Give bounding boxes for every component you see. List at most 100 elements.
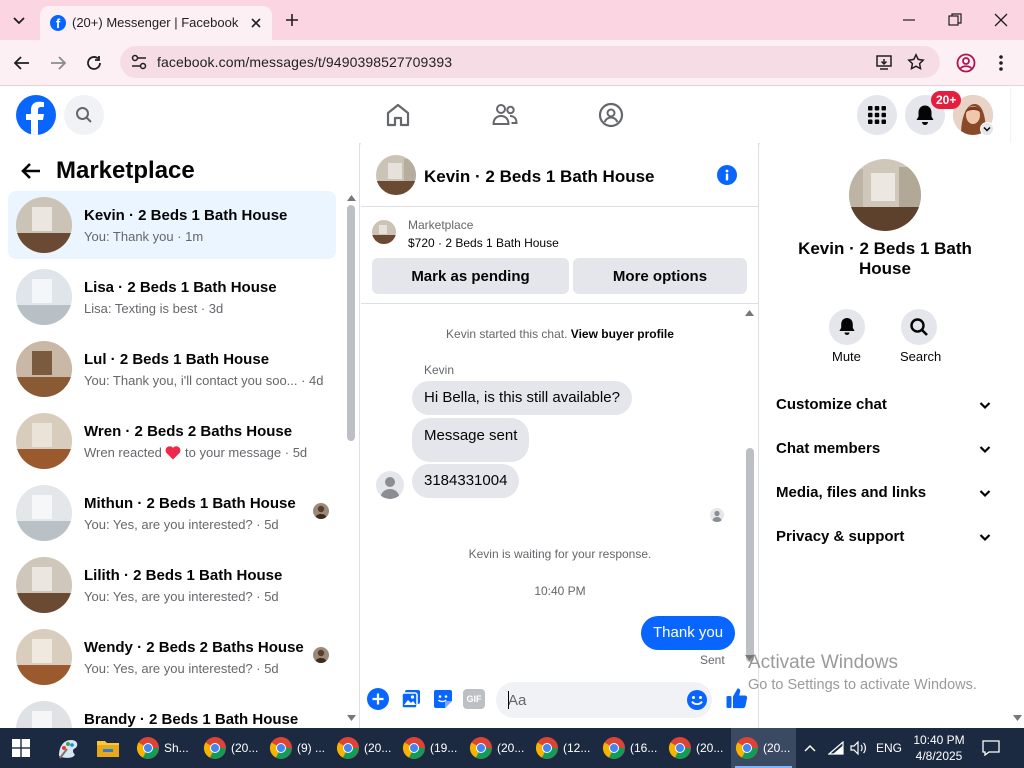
search-button[interactable] (64, 95, 104, 135)
conversation-item[interactable]: Wren · 2 Beds 2 Baths House Wren reacted … (8, 407, 336, 475)
start-button[interactable] (12, 728, 38, 768)
chat-scroll-up-icon[interactable] (745, 310, 754, 316)
minimize-icon[interactable] (900, 14, 918, 26)
emoji-icon[interactable] (686, 689, 708, 711)
listing-thumbnail (16, 485, 72, 541)
page-scroll-down-icon[interactable] (1013, 715, 1022, 721)
chat-header: Kevin · 2 Beds 1 Bath House (361, 143, 759, 207)
taskbar-window-label: (20... (763, 741, 791, 755)
details-section-customize-chat[interactable]: Customize chat (776, 396, 998, 413)
clock[interactable]: 10:40 PM 4/8/2025 (904, 732, 974, 764)
conversation-item[interactable]: Wendy · 2 Beds 2 Baths House You: Yes, ar… (8, 623, 336, 691)
friends-icon[interactable] (492, 103, 518, 127)
browser-tab[interactable]: f (20+) Messenger | Facebook (40, 6, 272, 40)
language-indicator[interactable]: ENG (876, 741, 902, 755)
mute-label: Mute (832, 349, 861, 364)
message-input[interactable]: Aa (496, 682, 712, 718)
view-buyer-profile-link[interactable]: View buyer profile (571, 327, 674, 341)
like-icon[interactable] (725, 686, 749, 710)
list-scroll-down-icon[interactable] (347, 715, 356, 721)
details-section-privacy-support[interactable]: Privacy & support (776, 528, 998, 545)
profile-icon[interactable] (956, 53, 976, 73)
new-tab-icon[interactable] (283, 11, 301, 29)
sticker-icon[interactable] (432, 688, 454, 710)
volume-icon[interactable] (850, 728, 868, 768)
listing-thumbnail[interactable] (372, 220, 396, 244)
details-avatar[interactable] (849, 159, 921, 231)
conversation-item[interactable]: Lilith · 2 Beds 1 Bath House You: Yes, ar… (8, 551, 336, 619)
taskbar-chrome-window[interactable]: (9) ... (265, 728, 330, 768)
close-window-icon[interactable] (992, 11, 1010, 29)
restore-icon[interactable] (946, 12, 964, 28)
bell-icon (839, 318, 855, 335)
forward-icon[interactable] (48, 54, 68, 72)
paint-app-icon[interactable] (56, 728, 84, 768)
mark-pending-button[interactable]: Mark as pending (372, 258, 569, 294)
message-timestamp: 10:40 PM (534, 584, 586, 598)
show-hidden-icons[interactable] (804, 728, 820, 768)
facebook-logo-icon[interactable] (16, 95, 56, 135)
install-app-icon[interactable] (875, 53, 893, 71)
groups-icon[interactable] (598, 102, 624, 128)
plus-icon[interactable] (367, 688, 389, 710)
message-bubble[interactable]: Message sent (412, 418, 530, 462)
sent-message-bubble[interactable]: Thank you (641, 616, 736, 650)
chrome-icon (336, 736, 360, 760)
taskbar-window-label: (20... (696, 741, 724, 755)
conversation-item[interactable]: Mithun · 2 Beds 1 Bath House You: Yes, ar… (8, 479, 336, 547)
conversation-item[interactable]: Brandy · 2 Beds 1 Bath House (8, 695, 336, 728)
url-text[interactable]: facebook.com/messages/t/9490398527709393 (157, 54, 452, 70)
back-arrow-icon[interactable] (20, 161, 42, 181)
conversation-item[interactable]: Lisa · 2 Beds 1 Bath House Lisa: Texting … (8, 263, 336, 331)
message-bubble[interactable]: 3184331004 (412, 464, 520, 498)
gif-icon[interactable]: GIF (463, 689, 485, 709)
list-scroll-up-icon[interactable] (347, 195, 356, 201)
site-settings-icon[interactable] (130, 54, 148, 70)
details-section-media-files-and-links[interactable]: Media, files and links (776, 484, 998, 501)
search-chat-button[interactable] (901, 309, 937, 345)
chat-panel: Kevin · 2 Beds 1 Bath House Marketplace … (361, 143, 759, 728)
more-options-button[interactable]: More options (573, 258, 747, 294)
browser-tab-bar: f (20+) Messenger | Facebook (0, 0, 1024, 40)
message-text: Hi Bella, is this still available? (424, 389, 620, 406)
browser-menu-icon[interactable] (996, 53, 1006, 73)
conversation-name: Lisa · 2 Beds 1 Bath House (84, 279, 277, 296)
tab-search-icon[interactable] (8, 10, 30, 32)
reload-icon[interactable] (85, 54, 103, 72)
home-icon[interactable] (385, 102, 411, 128)
conversation-item[interactable]: Lul · 2 Beds 1 Bath House You: Thank you,… (8, 335, 336, 403)
bookmark-star-icon[interactable] (907, 53, 925, 71)
chat-avatar[interactable] (376, 155, 416, 195)
chat-scrollbar[interactable] (746, 448, 754, 662)
taskbar-chrome-window[interactable]: (16... (598, 728, 663, 768)
taskbar-chrome-window[interactable]: (12... (531, 728, 596, 768)
taskbar-chrome-window[interactable]: (20... (664, 728, 729, 768)
omnibox[interactable]: facebook.com/messages/t/9490398527709393 (120, 46, 940, 78)
page-scrollbar[interactable] (1010, 143, 1024, 728)
list-scrollbar[interactable] (347, 205, 355, 441)
info-icon[interactable] (717, 165, 737, 185)
notification-center-icon[interactable] (982, 728, 1002, 768)
menu-button[interactable] (857, 95, 897, 135)
sender-avatar[interactable] (376, 471, 404, 499)
listing-price[interactable]: $720 · 2 Beds 1 Bath House (408, 236, 559, 250)
photo-icon[interactable] (400, 688, 422, 710)
taskbar-chrome-window[interactable]: (20... (465, 728, 530, 768)
network-icon[interactable] (828, 728, 846, 768)
taskbar-chrome-window[interactable]: (19... (398, 728, 463, 768)
details-section-chat-members[interactable]: Chat members (776, 440, 998, 457)
mute-button[interactable] (829, 309, 865, 345)
account-chevron-icon[interactable] (980, 122, 994, 136)
taskbar-chrome-window[interactable]: (20... (731, 728, 796, 768)
tab-close-icon[interactable] (248, 15, 264, 31)
taskbar-chrome-window[interactable]: (20... (199, 728, 264, 768)
back-icon[interactable] (12, 54, 32, 72)
conversation-list-panel: Marketplace Kevin · 2 Beds 1 Bath House Y… (0, 143, 360, 728)
listing-thumbnail (16, 629, 72, 685)
taskbar-chrome-window[interactable]: (20... (332, 728, 397, 768)
chat-title[interactable]: Kevin · 2 Beds 1 Bath House (424, 167, 655, 187)
conversation-item[interactable]: Kevin · 2 Beds 1 Bath House You: Thank yo… (8, 191, 336, 259)
taskbar-chrome-window[interactable]: Sh... (132, 728, 197, 768)
file-explorer-icon[interactable] (96, 728, 124, 768)
message-bubble[interactable]: Hi Bella, is this still available? (412, 381, 632, 415)
